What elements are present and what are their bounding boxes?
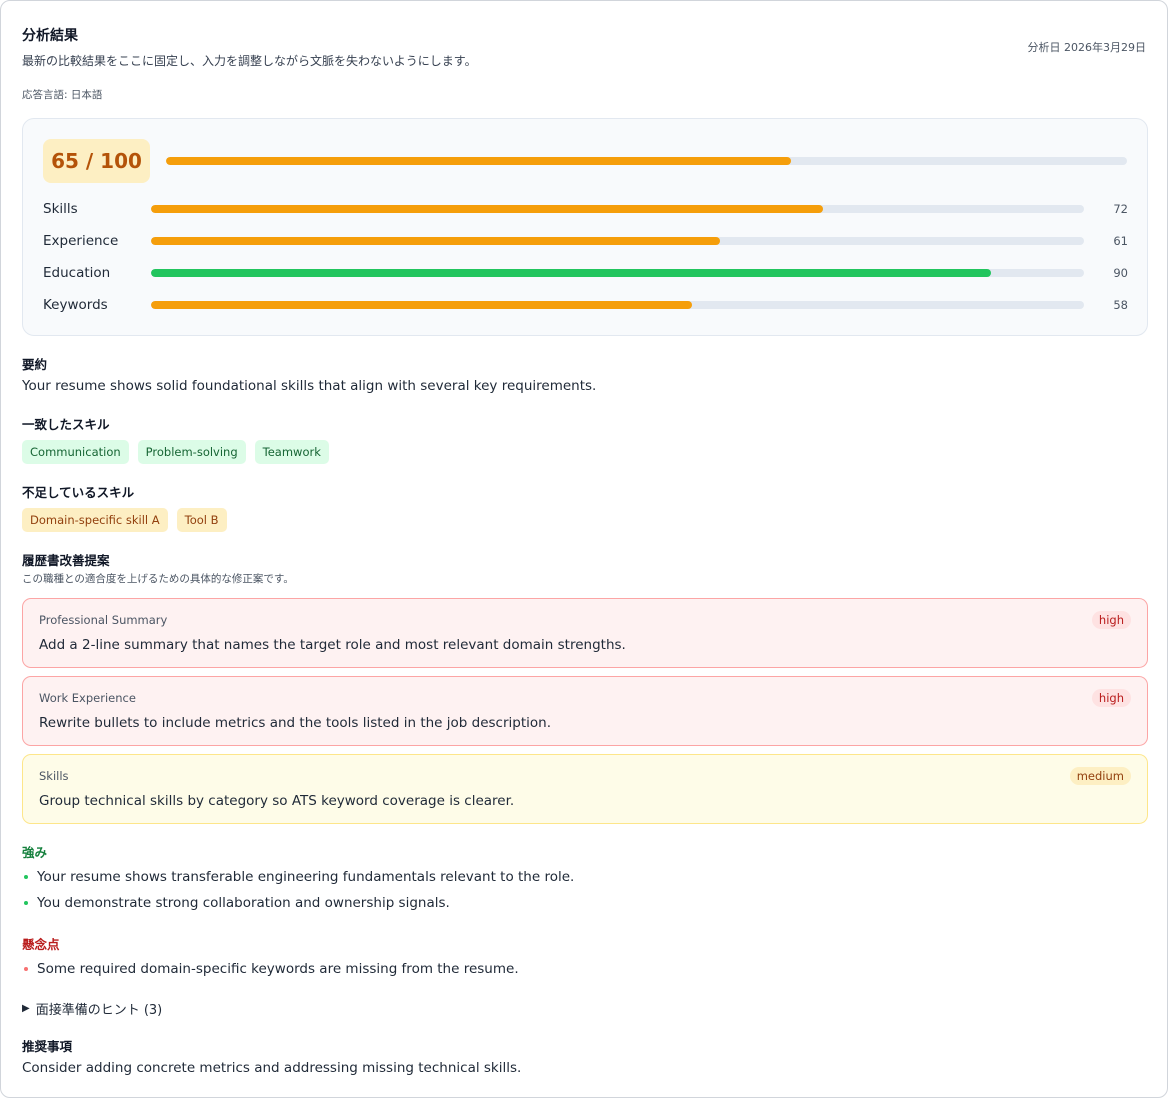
priority-badge: high [1091,611,1131,629]
recommendation-text: Consider adding concrete metrics and add… [22,1060,522,1076]
score-label: Skills [43,201,78,217]
matched-skill-chip: Problem-solving [137,440,246,464]
recommendation-heading: 推奨事項 [22,1039,73,1054]
summary-heading: 要約 [22,357,48,372]
suggestion-section: Skills [39,769,69,783]
suggestion-text: Rewrite bullets to include metrics and t… [39,715,551,731]
page-title: 分析結果 [22,28,78,44]
analysis-results-panel: 分析結果 最新の比較結果をここに固定し、入力を調整しながら文脈を失わないようにし… [0,0,1168,1098]
score-label: Experience [43,233,119,249]
matched-skills-list: Communication Problem-solving Teamwork [22,440,329,464]
strength-item: Your resume shows transferable engineeri… [22,869,574,885]
suggestion-section: Work Experience [39,691,136,705]
suggestions-heading: 履歴書改善提案 [22,553,110,568]
missing-skill-chip: Domain-specific skill A [22,508,168,532]
strengths-heading: 強み [22,845,48,860]
score-bar [151,237,1084,245]
score-bar-fill [151,205,823,213]
overall-score-fill [166,157,791,165]
score-bar-fill [151,269,991,277]
suggestion-card: Work Experience high Rewrite bullets to … [22,676,1148,746]
bullet-dot-icon [24,967,28,971]
overall-score-bar [166,157,1127,165]
page-subtitle: 最新の比較結果をここに固定し、入力を調整しながら文脈を失わないようにします。 [22,54,477,68]
concern-item: Some required domain-specific keywords a… [22,961,519,977]
missing-skill-chip: Tool B [176,508,227,532]
missing-skills-heading: 不足しているスキル [22,485,135,500]
score-label: Education [43,265,111,281]
score-row-education: Education 90 [43,263,1128,283]
concerns-heading: 懸念点 [22,937,60,952]
score-value: 58 [1113,298,1128,312]
missing-skills-list: Domain-specific skill A Tool B [22,508,227,532]
interview-tips-toggle[interactable]: ▶ 面接準備のヒント (3) [22,999,162,1018]
score-value: 90 [1113,266,1128,280]
response-language: 応答言語: 日本語 [22,89,103,101]
interview-tips-label: 面接準備のヒント (3) [35,1003,163,1018]
priority-badge: medium [1069,767,1131,785]
concern-text: Some required domain-specific keywords a… [37,961,519,977]
score-bar-fill [151,301,693,309]
score-row-experience: Experience 61 [43,231,1128,251]
score-row-skills: Skills 72 [43,199,1128,219]
strength-item: You demonstrate strong collaboration and… [22,895,450,911]
score-bar-fill [151,237,721,245]
disclosure-triangle-icon: ▶ [22,1003,30,1014]
score-value: 61 [1113,234,1128,248]
matched-skill-chip: Teamwork [254,440,329,464]
priority-badge: high [1091,689,1131,707]
score-row-keywords: Keywords 58 [43,295,1128,315]
bullet-dot-icon [24,875,28,879]
analysis-date: 分析日 2026年3月29日 [1027,41,1147,54]
bullet-dot-icon [24,901,28,905]
score-bar [151,269,1084,277]
score-card: 65 / 100 Skills 72 Experience 61 Educati… [22,118,1148,336]
overall-score-badge: 65 / 100 [43,139,150,183]
suggestion-text: Group technical skills by category so AT… [39,793,515,809]
score-value: 72 [1113,202,1128,216]
suggestion-section: Professional Summary [39,613,168,627]
suggestion-card: Professional Summary high Add a 2-line s… [22,598,1148,668]
suggestions-note: この職種との適合度を上げるための具体的な修正案です。 [22,573,294,585]
score-bar [151,205,1084,213]
score-bar [151,301,1084,309]
matched-skills-heading: 一致したスキル [22,417,110,432]
matched-skill-chip: Communication [22,440,129,464]
suggestion-text: Add a 2-line summary that names the targ… [39,637,626,653]
score-label: Keywords [43,297,108,313]
strength-text: You demonstrate strong collaboration and… [37,895,450,911]
strength-text: Your resume shows transferable engineeri… [37,869,575,885]
summary-text: Your resume shows solid foundational ski… [22,378,597,394]
suggestion-card: Skills medium Group technical skills by … [22,754,1148,824]
